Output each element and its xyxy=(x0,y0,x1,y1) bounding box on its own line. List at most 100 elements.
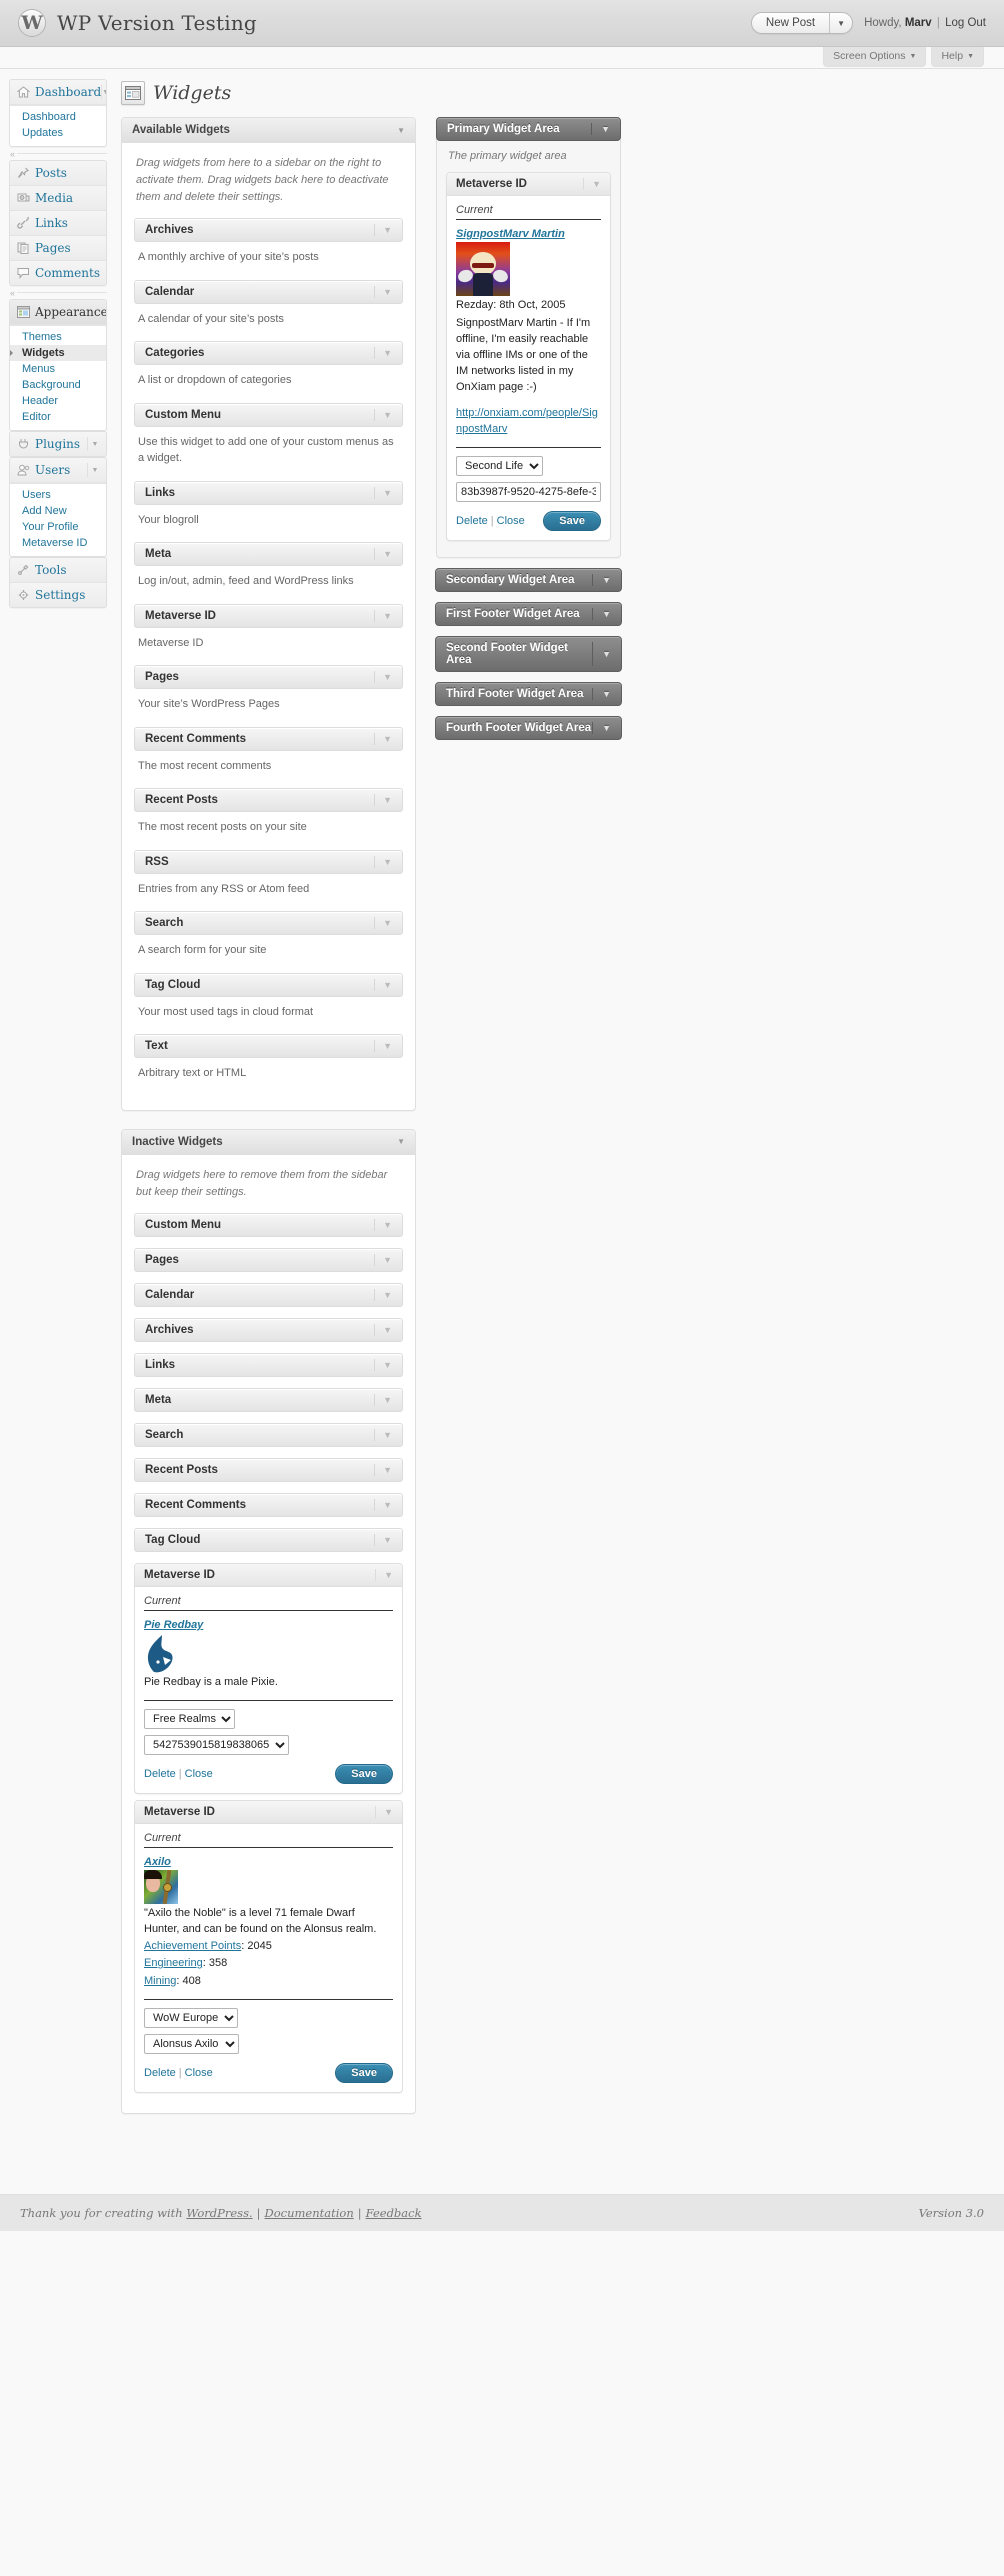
chevron-down-icon[interactable]: ▼ xyxy=(374,978,392,991)
feedback-link[interactable]: Feedback xyxy=(366,2206,422,2220)
sidebar-subitem-background[interactable]: Background xyxy=(10,377,106,393)
screen-options-tab[interactable]: Screen Options ▼ xyxy=(823,47,927,67)
widget-handle[interactable]: Custom Menu ▼ xyxy=(134,402,403,427)
widget-handle[interactable]: Metaverse ID ▼ xyxy=(447,173,610,196)
profile-name-link[interactable]: Pie Redbay xyxy=(144,1619,203,1631)
close-link[interactable]: Close xyxy=(185,1768,213,1780)
sidebar-item-tools[interactable]: Tools xyxy=(10,558,106,583)
sidebar-subitem-editor[interactable]: Editor xyxy=(10,409,106,425)
widget-handle[interactable]: Archives ▼ xyxy=(134,218,403,243)
widget-handle[interactable]: Pages ▼ xyxy=(134,665,403,690)
sidebar-subitem-themes[interactable]: Themes xyxy=(10,329,106,345)
collapse-menu-icon[interactable]: « xyxy=(10,149,15,159)
chevron-down-icon[interactable]: ▼ xyxy=(374,224,392,237)
chevron-down-icon[interactable]: ▼ xyxy=(592,721,611,734)
chevron-down-icon[interactable]: ▼ xyxy=(374,794,392,807)
profile-name-link[interactable]: SignpostMarv Martin xyxy=(456,228,565,240)
profile-name-link[interactable]: Axilo xyxy=(144,1856,171,1868)
widget-area-header[interactable]: Second Footer Widget Area ▼ xyxy=(435,635,622,672)
widget-handle[interactable]: Calendar ▼ xyxy=(134,279,403,304)
sidebar-item-plugins[interactable]: Plugins ▼ xyxy=(10,432,106,456)
chevron-down-icon[interactable]: ▼ xyxy=(830,13,852,33)
widget-handle[interactable]: Pages ▼ xyxy=(134,1247,403,1272)
chevron-down-icon[interactable]: ▼ xyxy=(583,178,601,190)
identifier-select[interactable]: Alonsus Axilo xyxy=(144,2034,239,2055)
stat-label[interactable]: Engineering xyxy=(144,1957,203,1969)
inactive-widgets-header[interactable]: Inactive Widgets ▼ xyxy=(122,1129,415,1155)
widget-handle[interactable]: Links ▼ xyxy=(134,1352,403,1377)
wordpress-logo-icon[interactable]: W xyxy=(18,9,46,37)
chevron-down-icon[interactable]: ▼ xyxy=(375,1805,393,1818)
sidebar-item-users[interactable]: Users ▼ xyxy=(10,458,106,483)
widget-handle[interactable]: Recent Posts ▼ xyxy=(134,1457,403,1482)
widget-handle[interactable]: Meta ▼ xyxy=(134,1387,403,1412)
delete-link[interactable]: Delete xyxy=(144,1768,176,1780)
widget-handle[interactable]: Search ▼ xyxy=(134,1422,403,1447)
service-select[interactable]: Second Life xyxy=(456,455,543,476)
sidebar-item-links[interactable]: Links xyxy=(10,211,106,236)
identifier-input[interactable] xyxy=(456,481,601,502)
help-tab[interactable]: Help ▼ xyxy=(931,47,984,67)
chevron-down-icon[interactable]: ▼ xyxy=(374,1533,392,1546)
service-select[interactable]: WoW Europe xyxy=(144,2008,238,2029)
sidebar-item-comments[interactable]: Comments xyxy=(10,261,106,285)
sidebar-separator[interactable]: « xyxy=(9,147,107,160)
collapse-menu-icon[interactable]: « xyxy=(10,288,15,298)
chevron-down-icon[interactable]: ▼ xyxy=(592,607,611,620)
sidebar-separator[interactable]: « xyxy=(9,286,107,299)
widget-area-header[interactable]: Third Footer Widget Area ▼ xyxy=(435,681,622,706)
chevron-down-icon[interactable]: ▼ xyxy=(397,1137,405,1146)
chevron-down-icon[interactable]: ▼ xyxy=(591,123,610,135)
profile-url-link[interactable]: http://onxiam.com/people/SignpostMarv xyxy=(456,406,601,438)
widget-handle[interactable]: Recent Posts ▼ xyxy=(134,788,403,813)
widget-area-header[interactable]: Secondary Widget Area ▼ xyxy=(435,567,622,592)
widget-handle[interactable]: Metaverse ID ▼ xyxy=(135,1800,402,1824)
chevron-down-icon[interactable]: ▼ xyxy=(87,463,102,477)
sidebar-subitem-updates[interactable]: Updates xyxy=(10,125,106,141)
chevron-down-icon[interactable]: ▼ xyxy=(375,1568,393,1581)
documentation-link[interactable]: Documentation xyxy=(265,2206,354,2220)
chevron-down-icon[interactable]: ▼ xyxy=(592,687,611,700)
chevron-down-icon[interactable]: ▼ xyxy=(592,573,611,586)
stat-label[interactable]: Mining xyxy=(144,1975,176,1987)
chevron-down-icon[interactable]: ▼ xyxy=(374,855,392,868)
stat-label[interactable]: Achievement Points xyxy=(144,1940,241,1952)
log-out-link[interactable]: Log Out xyxy=(945,17,986,29)
chevron-down-icon[interactable]: ▼ xyxy=(374,347,392,360)
widget-area-header[interactable]: First Footer Widget Area ▼ xyxy=(435,601,622,626)
delete-link[interactable]: Delete xyxy=(456,515,488,527)
widget-handle[interactable]: Archives ▼ xyxy=(134,1317,403,1342)
chevron-down-icon[interactable]: ▼ xyxy=(374,285,392,298)
sidebar-item-pages[interactable]: Pages xyxy=(10,236,106,261)
service-select[interactable]: Free Realms xyxy=(144,1708,235,1729)
widget-handle[interactable]: Links ▼ xyxy=(134,480,403,505)
chevron-down-icon[interactable]: ▼ xyxy=(374,1253,392,1266)
chevron-down-icon[interactable]: ▼ xyxy=(374,917,392,930)
sidebar-subitem-users[interactable]: Users xyxy=(10,487,106,503)
widget-handle[interactable]: Calendar ▼ xyxy=(134,1282,403,1307)
widget-handle[interactable]: Tag Cloud ▼ xyxy=(134,972,403,997)
chevron-down-icon[interactable]: ▼ xyxy=(374,1463,392,1476)
sidebar-subitem-menus[interactable]: Menus xyxy=(10,361,106,377)
sidebar-subitem-widgets[interactable]: Widgets xyxy=(10,345,106,361)
delete-link[interactable]: Delete xyxy=(144,2067,176,2079)
chevron-down-icon[interactable]: ▼ xyxy=(374,1428,392,1441)
chevron-down-icon[interactable]: ▼ xyxy=(374,1393,392,1406)
close-link[interactable]: Close xyxy=(497,515,525,527)
chevron-down-icon[interactable]: ▼ xyxy=(397,126,405,135)
widget-handle[interactable]: Metaverse ID ▼ xyxy=(134,603,403,628)
site-title[interactable]: WP Version Testing xyxy=(57,11,257,35)
chevron-down-icon[interactable]: ▼ xyxy=(374,609,392,622)
save-button[interactable]: Save xyxy=(543,510,601,531)
chevron-down-icon[interactable]: ▼ xyxy=(374,1218,392,1231)
chevron-down-icon[interactable]: ▼ xyxy=(374,732,392,745)
chevron-down-icon[interactable]: ▼ xyxy=(374,1323,392,1336)
sidebar-item-appearance[interactable]: Appearance▼ xyxy=(10,300,106,325)
widget-handle[interactable]: Recent Comments ▼ xyxy=(134,1492,403,1517)
sidebar-subitem-dashboard[interactable]: Dashboard xyxy=(10,109,106,125)
chevron-down-icon[interactable]: ▼ xyxy=(374,1358,392,1371)
chevron-down-icon[interactable]: ▼ xyxy=(374,1288,392,1301)
widget-handle[interactable]: Custom Menu ▼ xyxy=(134,1212,403,1237)
widget-handle[interactable]: RSS ▼ xyxy=(134,849,403,874)
widget-handle[interactable]: Meta ▼ xyxy=(134,542,403,567)
